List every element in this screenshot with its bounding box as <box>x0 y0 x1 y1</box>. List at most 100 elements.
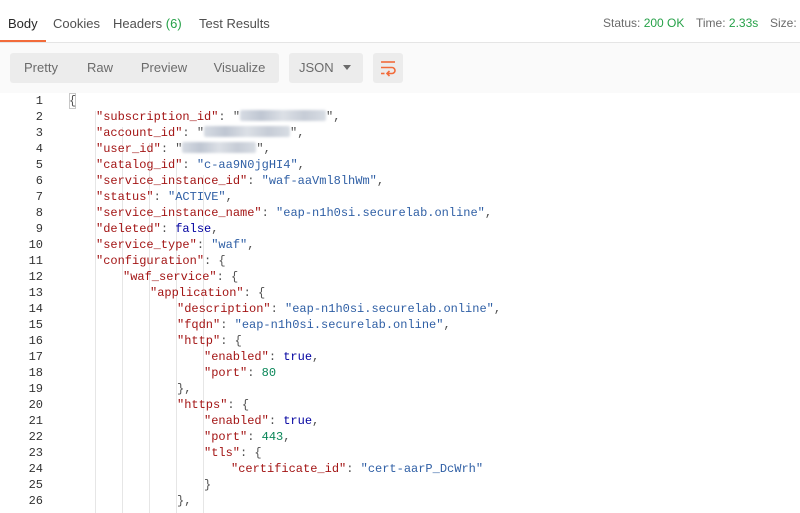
json-punctuation: ", <box>326 110 341 124</box>
json-punctuation: : <box>220 318 235 332</box>
json-punctuation: , <box>443 318 451 332</box>
code-line: "status": "ACTIVE", <box>96 189 233 205</box>
json-punctuation: : <box>268 414 284 428</box>
json-key: "port" <box>204 430 248 444</box>
line-number: 3 <box>35 126 43 140</box>
pretty-button[interactable]: Pretty <box>10 53 72 83</box>
line-number: 5 <box>35 158 43 172</box>
line-number: 17 <box>28 350 43 364</box>
line-number: 13 <box>28 286 43 300</box>
line-number: 2 <box>35 110 43 124</box>
json-punctuation: : { <box>204 254 226 268</box>
line-number: 18 <box>28 366 43 380</box>
size-readout: Size: <box>770 0 797 42</box>
code-line: "fqdn": "eap-n1h0si.securelab.online", <box>177 317 451 333</box>
code-line: "port": 80 <box>204 365 276 381</box>
json-punctuation: , <box>247 238 255 252</box>
json-punctuation: : <box>268 350 284 364</box>
json-punctuation: } <box>204 478 212 492</box>
raw-button[interactable]: Raw <box>72 53 128 83</box>
wrap-lines-icon <box>381 61 396 77</box>
status-value[interactable]: 200 OK <box>644 16 685 30</box>
tab-body[interactable]: Body <box>0 0 46 42</box>
json-punctuation: }, <box>177 494 192 508</box>
tab-cookies-label: Cookies <box>53 16 100 31</box>
response-body-editor[interactable]: 1 2 3 4 5 6 7 8 9 10 11 12 13 14 15 16 17 18 19 20 21 22 23 24 2… <box>0 93 800 513</box>
json-key: "http" <box>177 334 221 348</box>
json-value: "eap-n1h0si.securelab.online" <box>276 206 485 220</box>
json-key: "service_type" <box>96 238 197 252</box>
json-punctuation: : <box>247 366 262 380</box>
redacted-value <box>182 142 257 153</box>
code-line: "description": "eap-n1h0si.securelab.onl… <box>177 301 501 317</box>
json-punctuation: : { <box>216 270 239 284</box>
json-punctuation: : <box>270 302 286 316</box>
code-line: "catalog_id": "c-aa9N0jgHI4", <box>96 157 305 173</box>
json-punctuation: : { <box>240 446 262 460</box>
line-number: 16 <box>28 334 43 348</box>
line-number: 6 <box>35 174 43 188</box>
json-punctuation: : <box>247 174 262 188</box>
line-number: 24 <box>28 462 43 476</box>
line-number: 14 <box>28 302 43 316</box>
code-line: "configuration": { <box>96 253 226 269</box>
format-select-value: JSON <box>299 60 334 75</box>
json-punctuation: : { <box>243 286 266 300</box>
code-line: }, <box>177 493 191 509</box>
json-punctuation: , <box>211 222 219 236</box>
json-value: "waf-aaVml8lhWm" <box>261 174 377 188</box>
json-key: "account_id" <box>96 126 183 140</box>
code-line: "service_instance_name": "eap-n1h0si.sec… <box>96 205 492 221</box>
status-label: Status: <box>603 16 641 30</box>
time-value[interactable]: 2.33s <box>729 16 758 30</box>
json-punctuation: , <box>312 414 320 428</box>
tab-cookies[interactable]: Cookies <box>53 0 100 42</box>
json-key: "user_id" <box>96 142 161 156</box>
json-key: "status" <box>96 190 154 204</box>
chevron-down-icon <box>343 65 351 70</box>
visualize-button[interactable]: Visualize <box>200 53 279 83</box>
code-line: "port": 443, <box>204 429 290 445</box>
line-number: 7 <box>35 190 43 204</box>
response-toolbar: Pretty Raw Preview Visualize JSON <box>0 43 800 93</box>
format-select[interactable]: JSON <box>289 53 363 83</box>
code-line: "tls": { <box>204 445 262 461</box>
preview-button[interactable]: Preview <box>128 53 200 83</box>
tab-test-results-label: Test Results <box>199 16 270 31</box>
code-line: "https": { <box>177 397 249 413</box>
json-punctuation: , <box>493 302 502 316</box>
json-key: "deleted" <box>96 222 161 236</box>
json-key: "enabled" <box>204 350 269 364</box>
json-punctuation: : <box>196 238 212 252</box>
json-punctuation: , <box>225 190 233 204</box>
json-punctuation: : <box>160 222 176 236</box>
line-number: 20 <box>28 398 43 412</box>
json-punctuation: : <box>261 206 277 220</box>
code-line: } <box>204 477 211 493</box>
json-key: "https" <box>177 398 228 412</box>
json-value: "ACTIVE" <box>168 190 226 204</box>
status-readout: Status: 200 OK <box>603 0 684 42</box>
json-key: "configuration" <box>96 254 205 268</box>
response-tab-bar: Body Cookies Headers (6) Test Results St… <box>0 0 800 43</box>
json-key: "catalog_id" <box>96 158 183 172</box>
line-number: 23 <box>28 446 43 460</box>
wrap-lines-button[interactable] <box>373 53 403 83</box>
json-punctuation: }, <box>177 382 192 396</box>
tab-headers[interactable]: Headers (6) <box>113 0 182 42</box>
json-punctuation: : <box>346 462 361 476</box>
json-key: "application" <box>150 286 244 300</box>
json-value: 443 <box>261 430 284 444</box>
json-punctuation: : " <box>160 142 183 156</box>
json-punctuation: : " <box>182 126 205 140</box>
code-line: "certificate_id": "cert-aarP_DcWrh" <box>231 461 483 477</box>
json-value: "cert-aarP_DcWrh" <box>360 462 484 476</box>
json-punctuation: , <box>312 350 320 364</box>
line-number: 11 <box>28 254 43 268</box>
json-key: "service_instance_id" <box>96 174 248 188</box>
line-number: 22 <box>28 430 43 444</box>
json-punctuation: ", <box>290 126 305 140</box>
json-punctuation: : { <box>220 334 242 348</box>
json-punctuation: : <box>153 190 169 204</box>
tab-test-results[interactable]: Test Results <box>199 0 270 42</box>
